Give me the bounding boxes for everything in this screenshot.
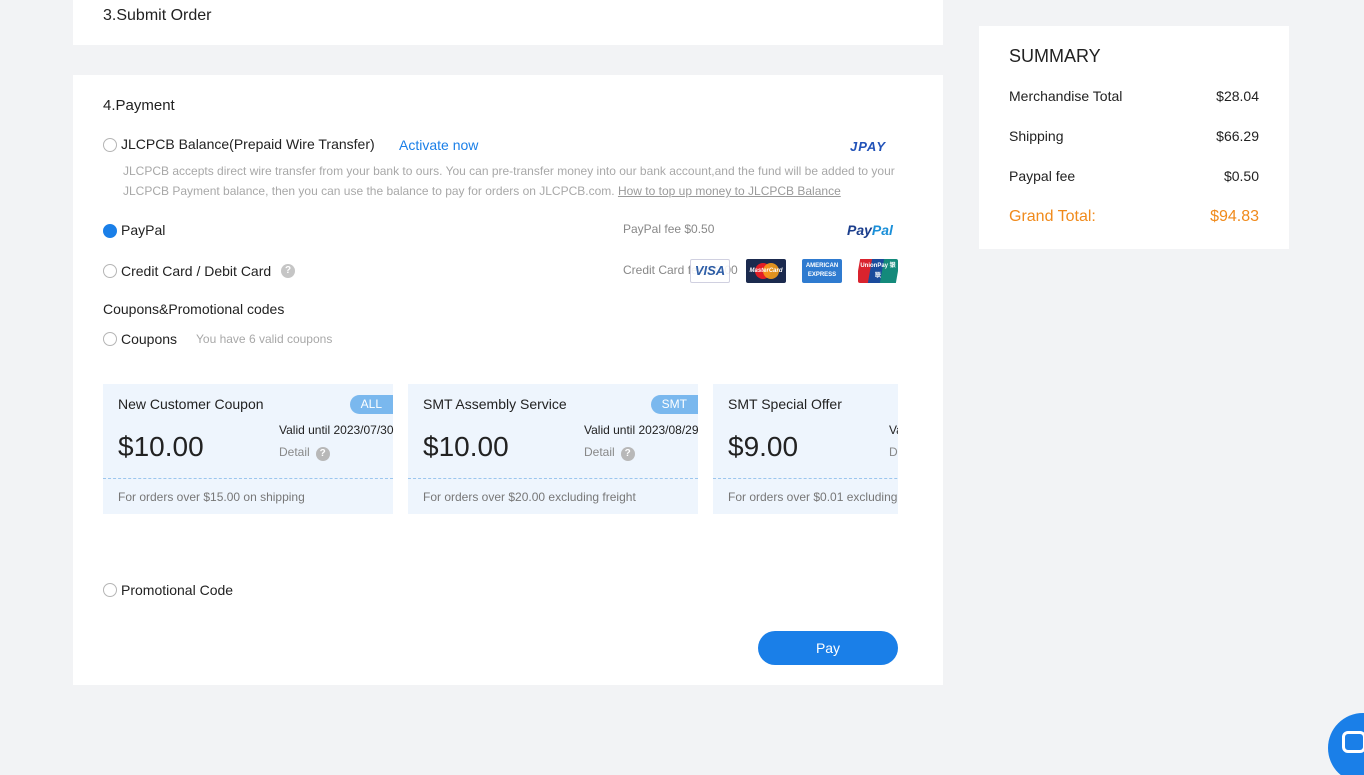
summary-row-value: $66.29 — [1216, 128, 1259, 144]
payment-title: 4.Payment — [103, 97, 175, 114]
coupon-name: New Customer Coupon — [118, 396, 264, 412]
unionpay-logo-text: UnionPay 银联 — [860, 263, 896, 279]
card-label[interactable]: Credit Card / Debit Card — [121, 263, 271, 279]
coupon-condition: For orders over $15.00 on shipping — [118, 490, 305, 504]
coupon-list: New Customer Coupon ALL $10.00 Valid unt… — [103, 384, 898, 514]
unionpay-logo: UnionPay 银联 — [858, 259, 898, 283]
summary-row-label: Merchandise Total — [1009, 88, 1123, 104]
paypal-logo-pal: Pal — [871, 222, 893, 238]
summary-row-label: Shipping — [1009, 128, 1064, 144]
paypal-radio[interactable] — [103, 224, 117, 238]
payment-section: 4.Payment JLCPCB Balance(Prepaid Wire Tr… — [73, 75, 943, 685]
summary-row-merchandise: Merchandise Total $28.04 — [1009, 88, 1259, 104]
coupons-radio[interactable] — [103, 332, 117, 346]
coupons-count-hint: You have 6 valid coupons — [196, 332, 333, 346]
promo-code-radio[interactable] — [103, 583, 117, 597]
promo-code-label[interactable]: Promotional Code — [121, 582, 233, 598]
paypal-logo: PayPal — [847, 222, 893, 238]
coupon-validity: Valid until 2023/07/30 — [279, 423, 394, 437]
submit-order-title: 3.Submit Order — [103, 7, 212, 24]
coupon-detail-link[interactable]: Detail? — [584, 445, 635, 461]
summary-row-value: $0.50 — [1223, 168, 1259, 184]
coupons-section-label: Coupons&Promotional codes — [103, 301, 285, 317]
chat-button[interactable] — [1328, 713, 1364, 775]
summary-title: SUMMARY — [1009, 46, 1101, 66]
summary-row-shipping: Shipping $66.29 — [1009, 128, 1259, 144]
coupon-detail-link[interactable]: Detail? — [279, 445, 330, 461]
question-mark-icon: ? — [315, 447, 330, 461]
topup-help-link[interactable]: How to top up money to JLCPCB Balance — [618, 184, 841, 198]
coupon-card[interactable]: SMT Special Offer $9.00 Va De For orders… — [713, 384, 898, 514]
coupon-divider — [713, 478, 898, 479]
mastercard-logo-text: MasterCard — [749, 268, 783, 274]
balance-description: JLCPCB accepts direct wire transfer from… — [123, 161, 903, 201]
card-radio[interactable] — [103, 264, 117, 278]
balance-label[interactable]: JLCPCB Balance(Prepaid Wire Transfer) — [121, 136, 375, 152]
activate-now-link[interactable]: Activate now — [399, 137, 478, 153]
amex-logo: AMERICAN EXPRESS — [802, 259, 842, 283]
coupon-condition: For orders over $20.00 excluding freight — [423, 490, 636, 504]
paypal-logo-pay: Pay — [847, 222, 872, 238]
coupon-amount: $10.00 — [423, 431, 509, 462]
coupon-tag: ALL — [349, 395, 393, 414]
paypal-label[interactable]: PayPal — [121, 222, 165, 238]
submit-order-section: 3.Submit Order — [73, 0, 943, 45]
coupon-validity: Valid until 2023/08/29 — [584, 423, 699, 437]
summary-grand-total: Grand Total: $94.83 — [1009, 208, 1259, 226]
coupon-name: SMT Assembly Service — [423, 396, 567, 412]
summary-row-paypal-fee: Paypal fee $0.50 — [1009, 168, 1259, 184]
coupon-card[interactable]: SMT Assembly Service SMT $10.00 Valid un… — [408, 384, 699, 514]
coupon-divider — [103, 478, 393, 479]
order-summary: SUMMARY Merchandise Total $28.04 Shippin… — [979, 26, 1289, 249]
card-help-icon[interactable]: ? — [281, 264, 295, 278]
coupon-validity: Va — [889, 423, 898, 437]
question-mark-icon: ? — [620, 447, 635, 461]
paypal-fee: PayPal fee $0.50 — [623, 222, 715, 236]
coupons-label[interactable]: Coupons — [121, 331, 177, 347]
visa-logo: VISA — [690, 259, 730, 283]
grand-total-label: Grand Total: — [1009, 208, 1096, 225]
balance-radio[interactable] — [103, 138, 117, 152]
summary-row-label: Paypal fee — [1009, 168, 1076, 184]
grand-total-value: $94.83 — [1210, 208, 1259, 225]
coupon-detail-label: Detail — [279, 445, 310, 459]
coupon-name: SMT Special Offer — [728, 396, 842, 412]
coupon-amount: $9.00 — [728, 431, 799, 462]
pay-button[interactable]: Pay — [758, 631, 898, 665]
mastercard-logo: MasterCard — [746, 259, 786, 283]
chat-icon — [1342, 731, 1364, 753]
coupon-detail-link[interactable]: De — [889, 445, 898, 459]
jpay-logo: JPAY — [850, 139, 887, 154]
coupon-card[interactable]: New Customer Coupon ALL $10.00 Valid unt… — [103, 384, 394, 514]
coupon-tag: SMT — [650, 395, 698, 414]
coupon-detail-label: Detail — [584, 445, 615, 459]
coupon-divider — [408, 478, 698, 479]
coupon-condition: For orders over $0.01 excluding — [728, 490, 898, 504]
summary-row-value: $28.04 — [1216, 88, 1259, 104]
coupon-amount: $10.00 — [118, 431, 204, 462]
